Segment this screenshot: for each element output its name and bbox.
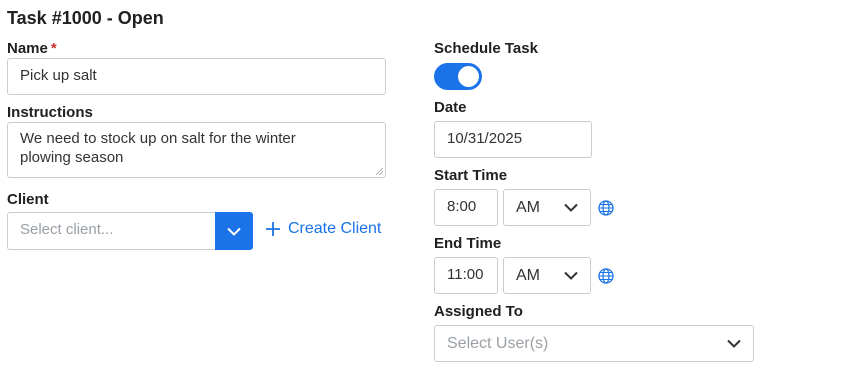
chevron-down-icon — [727, 339, 741, 348]
toggle-knob — [458, 66, 479, 87]
client-placeholder: Select client... — [20, 221, 114, 238]
create-client-link[interactable]: Create Client — [265, 220, 381, 238]
schedule-toggle[interactable] — [434, 63, 482, 90]
name-label: Name * — [7, 40, 57, 57]
client-dropdown-button[interactable] — [215, 212, 253, 250]
chevron-down-icon — [564, 271, 578, 280]
globe-icon[interactable] — [598, 200, 614, 216]
start-time-input[interactable]: 8:00 — [434, 189, 498, 226]
end-time-value: 11:00 — [447, 266, 484, 283]
name-label-text: Name — [7, 40, 48, 57]
date-value: 10/31/2025 — [447, 130, 523, 147]
end-time-input[interactable]: 11:00 — [434, 257, 498, 294]
date-input[interactable]: 10/31/2025 — [434, 121, 592, 158]
end-period-select[interactable]: AM — [503, 257, 591, 294]
create-client-label: Create Client — [288, 220, 382, 237]
globe-icon[interactable] — [598, 268, 614, 284]
required-mark: * — [50, 40, 57, 57]
start-time-label: Start Time — [434, 167, 508, 184]
end-period-value: AM — [516, 266, 540, 284]
end-time-label: End Time — [434, 235, 502, 252]
instructions-label: Instructions — [7, 104, 93, 121]
client-select[interactable]: Select client... — [7, 212, 217, 250]
start-period-select[interactable]: AM — [503, 189, 591, 226]
name-input[interactable]: Pick up salt — [7, 58, 386, 95]
assigned-users-select[interactable]: Select User(s) — [434, 325, 754, 362]
assigned-to-label: Assigned To — [434, 303, 523, 320]
plus-icon — [266, 222, 280, 236]
instructions-value: We need to stock up on salt for the wint… — [20, 130, 296, 166]
chevron-down-icon — [227, 227, 241, 236]
start-time-value: 8:00 — [447, 198, 477, 215]
chevron-down-icon — [564, 203, 578, 212]
instructions-textarea[interactable]: We need to stock up on salt for the wint… — [7, 122, 386, 178]
client-label: Client — [7, 191, 49, 208]
page-title: Task #1000 - Open — [7, 8, 164, 28]
resize-handle[interactable] — [376, 168, 383, 175]
start-period-value: AM — [516, 198, 540, 216]
assigned-users-placeholder: Select User(s) — [447, 334, 549, 352]
schedule-label: Schedule Task — [434, 40, 538, 57]
name-input-value: Pick up salt — [20, 67, 97, 84]
date-label: Date — [434, 99, 467, 116]
